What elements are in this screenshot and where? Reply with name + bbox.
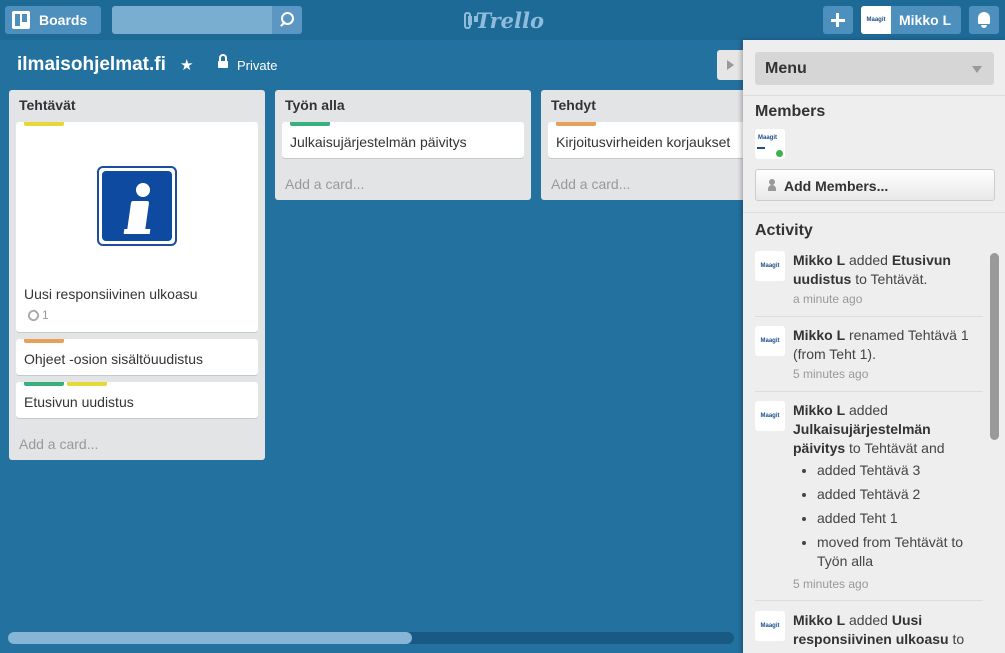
list-title[interactable]: Tehdyt xyxy=(551,97,596,113)
boards-label: Boards xyxy=(39,12,88,28)
menu-header[interactable]: Menu xyxy=(755,52,994,85)
card-title: Etusivun uudistus xyxy=(24,394,134,410)
activity-time[interactable]: 5 minutes ago xyxy=(793,577,868,591)
boards-button[interactable]: Boards xyxy=(5,6,101,34)
add-icon[interactable] xyxy=(823,6,853,34)
search-box xyxy=(112,6,302,34)
horizontal-scrollbar-thumb[interactable] xyxy=(8,632,412,644)
activity-item: Maagit Mikko L added Uusi responsiivinen… xyxy=(755,611,983,653)
chevron-down-icon[interactable] xyxy=(972,66,982,73)
lock-icon xyxy=(218,54,228,69)
show-menu-arrow-icon[interactable] xyxy=(717,50,743,80)
activity-text: Mikko L added Julkaisujärjestelmän päivi… xyxy=(793,402,945,456)
avatar[interactable]: Maagit xyxy=(755,251,785,281)
logo-text: Trello xyxy=(475,7,545,33)
star-icon[interactable]: ★ xyxy=(180,56,193,74)
avatar: Maagit xyxy=(861,6,891,34)
app-header: Boards Trello Maagit Mikko L xyxy=(0,0,1005,40)
divider xyxy=(755,316,983,317)
card-label xyxy=(24,382,64,386)
list-item: added Tehtävä 2 xyxy=(817,485,983,504)
privacy-label[interactable]: Private xyxy=(237,58,277,73)
list-item: added Tehtävä 3 xyxy=(817,461,983,480)
card-uusi-responsiivinen-ulkoasu[interactable]: Uusi responsiivinen ulkoasu 1 xyxy=(16,122,258,332)
trello-logo-icon xyxy=(464,11,477,29)
members-title: Members xyxy=(755,103,826,120)
vertical-scrollbar-thumb[interactable] xyxy=(990,253,999,440)
activity-user[interactable]: Mikko L xyxy=(793,252,845,268)
member-name: Mikko L xyxy=(899,12,952,28)
activity-text: Mikko L renamed Tehtävä 1 (from Teht 1). xyxy=(793,327,969,362)
list-title[interactable]: Työn alla xyxy=(285,97,345,113)
search-input[interactable] xyxy=(112,6,272,34)
card-label xyxy=(67,382,107,386)
divider xyxy=(743,212,1005,213)
activity-title: Activity xyxy=(755,222,813,239)
board-title[interactable]: ilmaisohjelmat.fi xyxy=(17,54,166,76)
activity-sub-list: added Tehtävä 3 added Tehtävä 2 added Te… xyxy=(793,461,983,576)
add-card-link[interactable]: Add a card... xyxy=(285,176,364,192)
attachment-count: 1 xyxy=(42,308,49,322)
card-title: Kirjoitusvirheiden korjaukset xyxy=(556,134,731,150)
list-tyon-alla: Työn alla Julkaisujärjestelmän päivitys … xyxy=(275,90,531,200)
activity-user[interactable]: Mikko L xyxy=(793,612,845,628)
list-title[interactable]: Tehtävät xyxy=(19,97,76,113)
board-menu-sidebar: Menu Members Maagit Add Members... Activ… xyxy=(743,40,1005,653)
list-item: added Teht 1 xyxy=(817,509,983,528)
avatar[interactable]: Maagit xyxy=(755,611,785,641)
card-ohjeet-osion-sisaltouudistus[interactable]: Ohjeet -osion sisältöuudistus xyxy=(16,339,258,375)
card-label xyxy=(24,339,64,343)
card-label xyxy=(556,122,596,126)
avatar-text: Maagit xyxy=(758,135,778,141)
card-julkaisujarjestelman-paivitys[interactable]: Julkaisujärjestelmän päivitys xyxy=(282,122,524,158)
activity-text: Mikko L added Uusi responsiivinen ulkoas… xyxy=(793,612,965,653)
paperclip-icon xyxy=(25,307,42,324)
activity-time[interactable]: 5 minutes ago xyxy=(793,367,868,381)
list-item: moved from Tehtävät to Työn alla xyxy=(817,533,983,571)
add-members-label: Add Members... xyxy=(784,178,889,194)
boards-icon xyxy=(12,11,30,29)
activity-time[interactable]: a minute ago xyxy=(793,292,862,306)
activity-text: Mikko L added Etusivun uudistus to Tehtä… xyxy=(793,252,951,287)
add-members-button[interactable]: Add Members... xyxy=(755,169,995,201)
card-label xyxy=(24,122,64,126)
divider xyxy=(755,600,983,601)
admin-chevron-icon xyxy=(757,147,765,153)
info-icon xyxy=(97,166,177,246)
activity-user[interactable]: Mikko L xyxy=(793,327,845,343)
card-title: Uusi responsiivinen ulkoasu xyxy=(24,286,198,302)
list-tehtavat: Tehtävät Uusi responsiivinen ulkoasu 1 O… xyxy=(9,90,265,460)
search-icon[interactable] xyxy=(272,6,302,34)
member-avatar[interactable]: Maagit xyxy=(755,129,785,159)
card-title: Julkaisujärjestelmän päivitys xyxy=(290,134,467,150)
card-title: Ohjeet -osion sisältöuudistus xyxy=(24,351,203,367)
card-label xyxy=(290,122,330,126)
notifications-bell-icon[interactable] xyxy=(969,6,999,34)
activity-item: Maagit Mikko L added Etusivun uudistus t… xyxy=(755,251,983,321)
divider xyxy=(755,391,983,392)
card-etusivun-uudistus[interactable]: Etusivun uudistus xyxy=(16,382,258,418)
user-icon xyxy=(768,179,776,191)
add-card-link[interactable]: Add a card... xyxy=(551,176,630,192)
divider xyxy=(743,95,1005,96)
member-menu-button[interactable]: Maagit Mikko L xyxy=(861,6,961,34)
activity-user[interactable]: Mikko L xyxy=(793,402,845,418)
avatar[interactable]: Maagit xyxy=(755,326,785,356)
trello-logo[interactable]: Trello xyxy=(464,7,544,33)
activity-item: Maagit Mikko L renamed Tehtävä 1 (from T… xyxy=(755,326,983,396)
activity-item: Maagit Mikko L added Julkaisujärjestelmä… xyxy=(755,401,983,601)
add-card-link[interactable]: Add a card... xyxy=(19,436,98,452)
menu-title: Menu xyxy=(765,60,807,77)
online-status-icon xyxy=(776,150,783,157)
avatar[interactable]: Maagit xyxy=(755,401,785,431)
